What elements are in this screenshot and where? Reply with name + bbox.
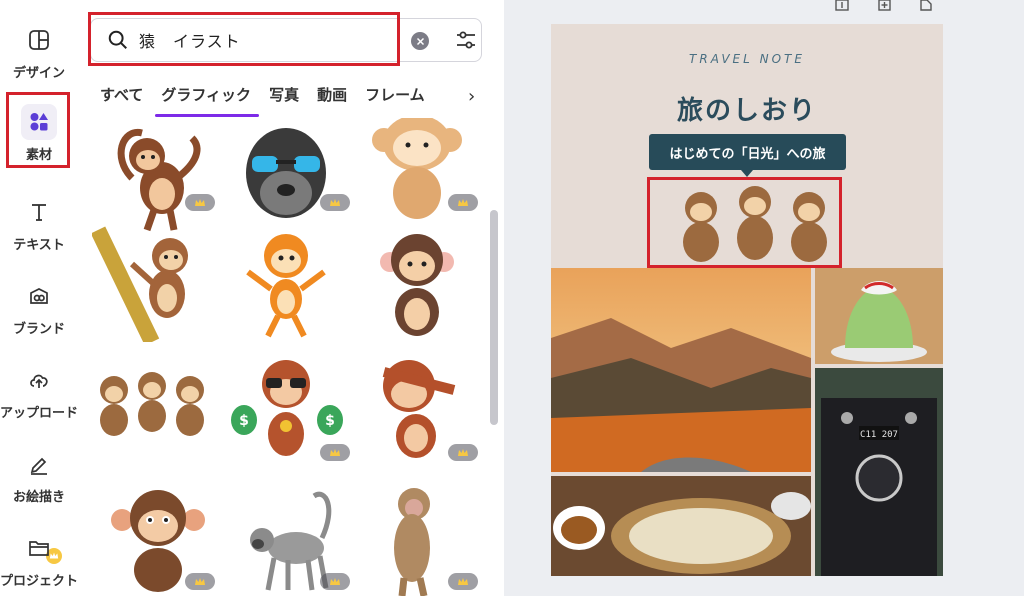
rail-label: お絵描き — [12, 490, 65, 505]
brown-monkey-standing-graphic — [380, 234, 454, 336]
banner-pointer — [741, 170, 753, 177]
matcha-shaved-ice-photo[interactable] — [815, 268, 943, 364]
sliders-icon — [457, 31, 475, 49]
graphic-item[interactable] — [226, 118, 352, 236]
duplicate-page-icon[interactable] — [876, 0, 892, 12]
rail-item-draw[interactable]: お絵描き — [0, 446, 78, 516]
monkey-swinging-graphic — [117, 129, 201, 232]
svg-text:$: $ — [325, 413, 335, 429]
graphic-item[interactable] — [92, 350, 218, 468]
close-icon — [416, 37, 424, 45]
pro-badge — [185, 194, 215, 211]
rail-label: テキスト — [13, 238, 65, 253]
cute-monkey-sitting-graphic — [372, 118, 462, 219]
three-monkeys-element[interactable] — [673, 180, 837, 266]
rail-item-text[interactable]: テキスト — [0, 194, 78, 264]
design-tagline: TRAVEL NOTE — [689, 52, 805, 66]
rail-item-upload[interactable]: アップロード — [0, 362, 78, 432]
rail-label: 素材 — [25, 148, 52, 163]
upload-icon — [21, 362, 57, 398]
graphics-grid: $ $ — [92, 118, 482, 596]
graphic-item[interactable] — [92, 118, 218, 236]
tab-frames[interactable]: フレーム — [365, 84, 425, 118]
graphic-item[interactable] — [354, 118, 480, 236]
rail-item-design[interactable]: デザイン — [0, 22, 78, 92]
rail-label: プロジェクト — [0, 574, 79, 589]
chevron-right-icon[interactable]: › — [468, 86, 475, 107]
design-page[interactable]: TRAVEL NOTE 旅のしおり はじめての「日光」への旅 C11 207 — [551, 24, 943, 576]
category-tabs: すべて グラフィック 写真 動画 フレーム — [100, 84, 490, 118]
pro-badge — [448, 573, 478, 590]
draw-icon — [21, 446, 57, 482]
pro-badge — [320, 444, 350, 461]
crown-icon — [458, 198, 468, 206]
tab-photos[interactable]: 写真 — [269, 84, 299, 118]
elements-panel: 猿 イラスト すべて グラフィック 写真 動画 フレーム › $ $ — [78, 0, 504, 596]
filter-button[interactable] — [448, 20, 484, 60]
add-page-icon[interactable] — [918, 0, 934, 12]
rail-label: ブランド — [12, 322, 65, 337]
tab-graphics[interactable]: グラフィック — [155, 84, 259, 118]
rail-label: デザイン — [12, 66, 65, 81]
tab-videos[interactable]: 動画 — [317, 84, 347, 118]
pro-badge — [320, 194, 350, 211]
pro-badge — [448, 444, 478, 461]
gorilla-sunglasses-graphic — [246, 128, 326, 218]
crown-icon — [195, 577, 205, 585]
panel-scrollbar[interactable] — [490, 210, 498, 425]
brand-icon — [21, 278, 57, 314]
graphic-item[interactable] — [92, 224, 218, 346]
rail-item-projects[interactable]: プロジェクト — [0, 530, 78, 596]
crown-icon — [330, 577, 340, 585]
rail-item-brand[interactable]: ブランド — [0, 278, 78, 564]
crown-icon — [330, 198, 340, 206]
autumn-mountain-photo[interactable] — [551, 268, 811, 472]
three-wise-monkeys-graphic — [100, 372, 204, 436]
pro-badge — [185, 573, 215, 590]
crown-icon — [330, 448, 340, 456]
crown-icon — [195, 198, 205, 206]
text-icon — [21, 194, 57, 230]
page-notes-icon[interactable] — [834, 0, 850, 12]
side-rail: デザイン 素材 テキスト ブランド アップロード お絵描き プロジェクト — [0, 0, 78, 596]
graphic-item[interactable] — [354, 224, 480, 342]
search-query: 猿 イラスト — [139, 32, 241, 51]
clear-search-button[interactable] — [411, 32, 429, 50]
shapes-icon — [21, 104, 57, 140]
crown-icon — [458, 448, 468, 456]
app: デザイン 素材 テキスト ブランド アップロード お絵描き プロジェクト 猿 イ… — [0, 0, 1024, 596]
search-icon — [108, 30, 127, 49]
soba-noodles-photo[interactable] — [551, 476, 811, 576]
monkey-on-branch-graphic — [92, 226, 188, 346]
design-title: 旅のしおり — [676, 96, 817, 126]
folder-icon — [21, 530, 57, 566]
steam-locomotive-photo[interactable]: C11 207 — [815, 368, 943, 576]
tab-all[interactable]: すべて — [100, 84, 143, 118]
crown-icon — [458, 577, 468, 585]
layout-icon — [21, 22, 57, 58]
svg-text:$: $ — [239, 413, 249, 429]
rail-item-elements[interactable]: 素材 — [0, 104, 78, 174]
design-subtitle-banner: はじめての「日光」への旅 — [649, 134, 846, 170]
orange-monkey-dancing-graphic — [246, 234, 326, 338]
pro-badge — [448, 194, 478, 211]
pro-badge — [320, 573, 350, 590]
graphic-item[interactable] — [226, 224, 352, 342]
train-plate: C11 207 — [860, 430, 898, 440]
rail-label: アップロード — [0, 406, 79, 421]
